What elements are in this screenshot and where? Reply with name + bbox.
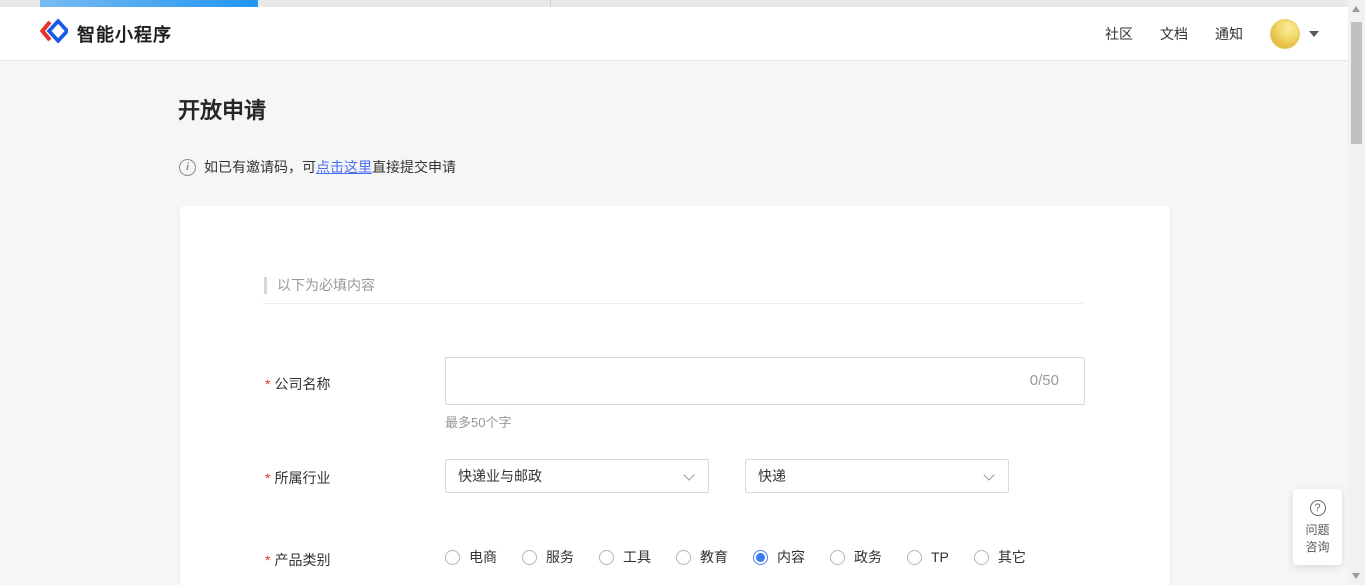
radio-circle — [445, 550, 460, 565]
user-avatar[interactable] — [1270, 19, 1300, 49]
radio-circle — [599, 550, 614, 565]
nav-docs[interactable]: 文档 — [1160, 24, 1188, 44]
click-here-link[interactable]: 点击这里 — [316, 157, 372, 177]
chevron-down-icon — [683, 469, 694, 480]
radio-circle — [676, 550, 691, 565]
tab-loading-bar — [40, 0, 258, 7]
logo[interactable]: 智能小程序 — [40, 17, 172, 50]
required-section-header: 以下为必填内容 — [264, 275, 375, 295]
company-name-label: *公司名称 — [265, 374, 330, 394]
radio-circle — [522, 550, 537, 565]
nav-community[interactable]: 社区 — [1105, 24, 1133, 44]
radio-government[interactable]: 政务 — [830, 547, 882, 567]
category-label: *产品类别 — [265, 550, 330, 570]
section-bar — [264, 277, 267, 294]
page-title: 开放申请 — [178, 93, 266, 125]
radio-circle-selected — [753, 550, 768, 565]
company-name-input-wrap: 0/50 — [445, 357, 1085, 405]
application-form-card: 以下为必填内容 *公司名称 0/50 最多50个字 *所属行业 快递业与邮政 快… — [180, 206, 1170, 585]
scrollbar-up-arrow-icon[interactable] — [1352, 6, 1360, 12]
required-asterisk: * — [265, 376, 270, 392]
scrollbar-down-arrow-icon[interactable] — [1352, 573, 1360, 579]
char-counter: 0/50 — [1030, 358, 1059, 404]
company-name-hint: 最多50个字 — [445, 412, 511, 431]
question-icon: ? — [1310, 500, 1326, 516]
radio-content[interactable]: 内容 — [753, 547, 805, 567]
browser-tab-strip — [0, 0, 1365, 7]
notice-text-prefix: 如已有邀请码，可 — [204, 157, 316, 177]
app-header: 智能小程序 社区 文档 通知 — [0, 7, 1365, 61]
radio-circle — [830, 550, 845, 565]
help-consult-button[interactable]: ? 问题 咨询 — [1293, 489, 1342, 565]
smart-miniprogram-logo-icon — [40, 17, 68, 50]
help-line-2: 咨询 — [1305, 539, 1329, 556]
industry-primary-value: 快递业与邮政 — [458, 466, 542, 486]
logo-text: 智能小程序 — [77, 21, 172, 47]
category-radio-group: 电商 服务 工具 教育 内容 政务 TP 其它 — [445, 547, 1051, 567]
required-asterisk: * — [265, 552, 270, 568]
chevron-down-icon[interactable] — [1309, 31, 1319, 37]
section-title: 以下为必填内容 — [277, 275, 375, 295]
required-asterisk: * — [265, 470, 270, 486]
radio-service[interactable]: 服务 — [522, 547, 574, 567]
vertical-scrollbar[interactable] — [1348, 0, 1365, 585]
radio-ecommerce[interactable]: 电商 — [445, 547, 497, 567]
chevron-down-icon — [983, 469, 994, 480]
radio-other[interactable]: 其它 — [974, 547, 1026, 567]
company-name-input[interactable] — [446, 358, 1084, 404]
invite-code-notice: i 如已有邀请码，可点击这里直接提交申请 — [179, 157, 456, 177]
radio-circle — [907, 550, 922, 565]
info-icon: i — [179, 159, 196, 176]
industry-primary-select[interactable]: 快递业与邮政 — [445, 459, 709, 493]
radio-circle — [974, 550, 989, 565]
radio-education[interactable]: 教育 — [676, 547, 728, 567]
notice-text-suffix: 直接提交申请 — [372, 157, 456, 177]
scrollbar-thumb[interactable] — [1351, 22, 1362, 144]
radio-tp[interactable]: TP — [907, 549, 949, 565]
industry-secondary-select[interactable]: 快递 — [745, 459, 1009, 493]
header-nav: 社区 文档 通知 — [1078, 7, 1319, 61]
industry-secondary-value: 快递 — [758, 466, 786, 486]
industry-label: *所属行业 — [265, 468, 330, 488]
help-line-1: 问题 — [1305, 522, 1329, 539]
nav-notifications[interactable]: 通知 — [1215, 24, 1243, 44]
section-divider — [263, 303, 1083, 304]
tab-divider — [550, 0, 551, 7]
radio-tool[interactable]: 工具 — [599, 547, 651, 567]
